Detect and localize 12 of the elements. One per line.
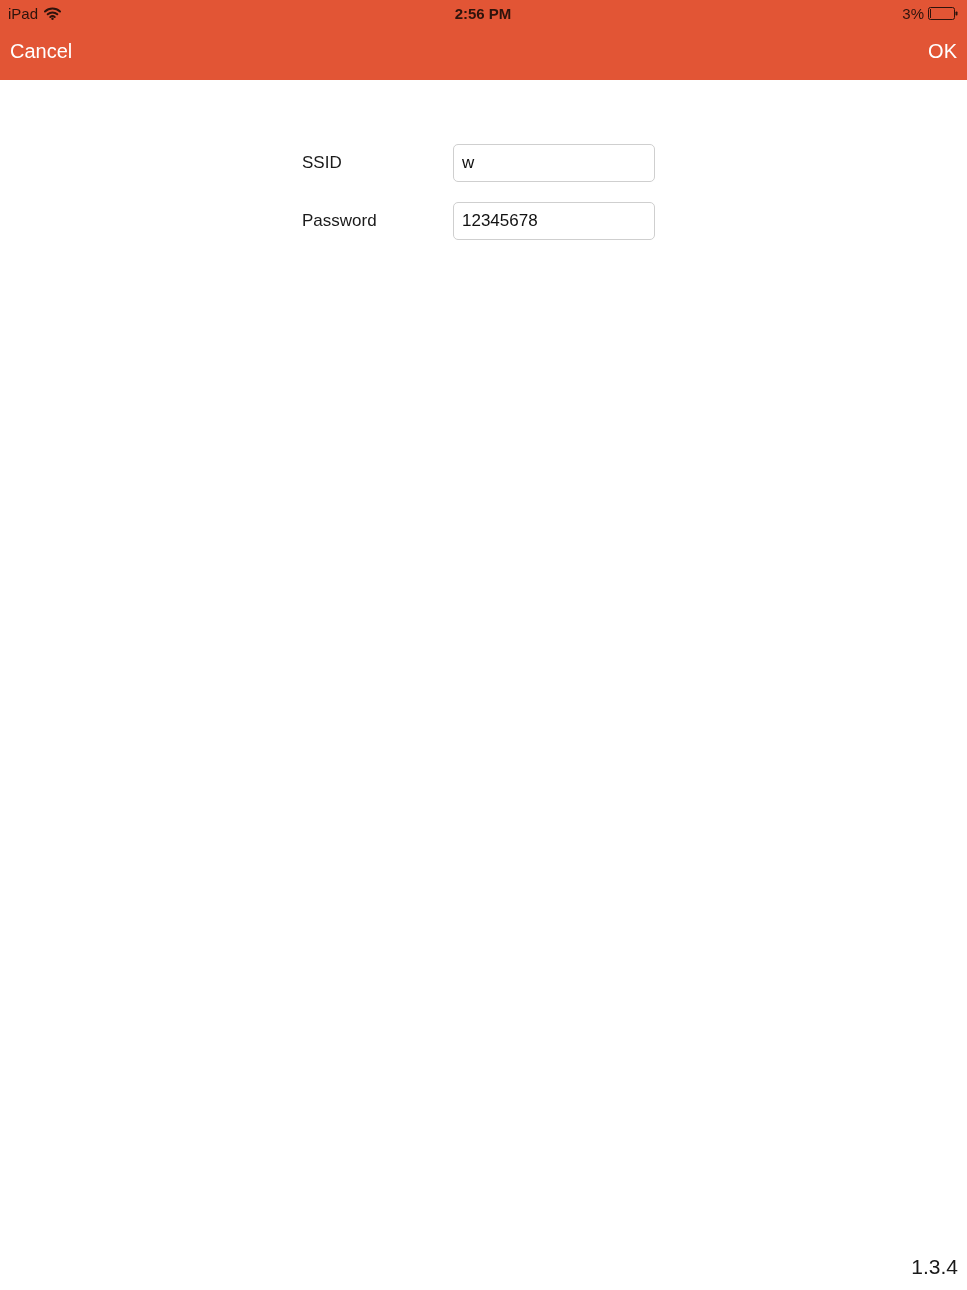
- wifi-icon: [44, 6, 62, 20]
- field-label: Password: [302, 211, 378, 231]
- battery-icon: [928, 6, 958, 20]
- battery-percentage: 3%: [902, 4, 924, 22]
- ok-button[interactable]: OK: [928, 37, 957, 65]
- text-field[interactable]: 12345678: [453, 202, 655, 240]
- cancel-button[interactable]: Cancel: [10, 37, 73, 65]
- text-field[interactable]: w: [453, 144, 655, 182]
- carrier-label: iPad: [8, 4, 39, 22]
- field-label: SSID: [302, 153, 343, 173]
- version-label: 1.3.4: [911, 1255, 959, 1280]
- status-time: 2:56 PM: [454, 4, 512, 22]
